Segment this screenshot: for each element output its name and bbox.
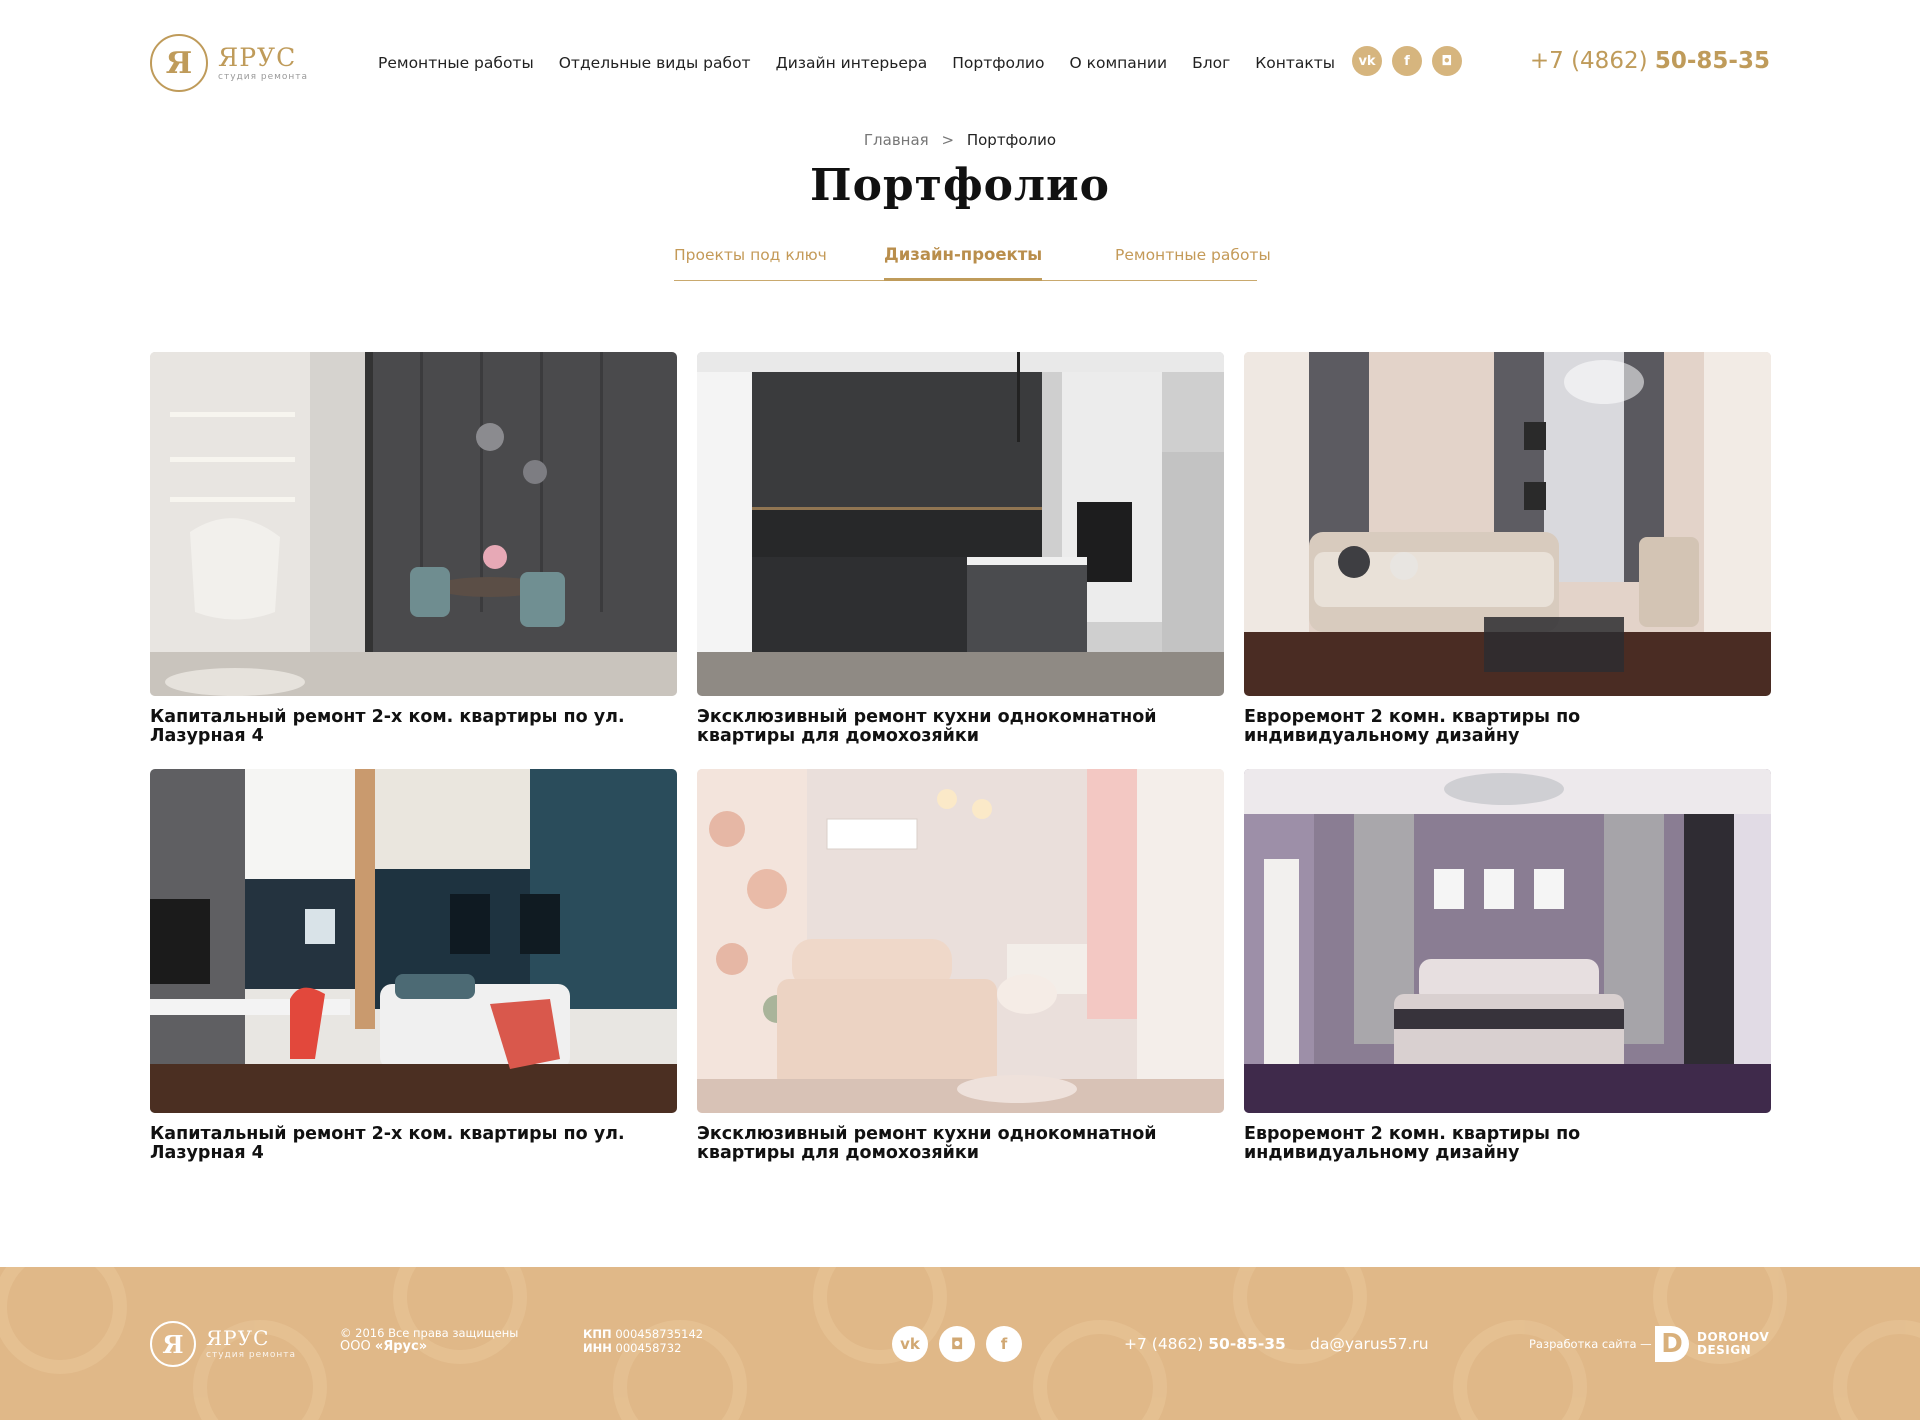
footer-phone-prefix: +7 (4862) xyxy=(1124,1335,1204,1353)
breadcrumb: Главная > Портфолио xyxy=(0,131,1920,149)
developer-name-line2: DESIGN xyxy=(1697,1343,1752,1357)
company-name: «Ярус» xyxy=(374,1339,428,1354)
nav-item-about[interactable]: О компании xyxy=(1069,54,1167,72)
kpp-label: КПП xyxy=(583,1327,612,1341)
project-image-lilac-bedroom[interactable] xyxy=(1244,769,1771,1113)
logo[interactable]: Я ЯРУС студия ремонта xyxy=(150,34,308,92)
project-title[interactable]: Эксклюзивный ремонт кухни однокомнатной … xyxy=(697,1125,1177,1163)
phone-prefix: +7 (4862) xyxy=(1529,48,1648,74)
portfolio-card[interactable]: Капитальный ремонт 2-х ком. квартиры по … xyxy=(150,769,677,1163)
tab-repair-works[interactable]: Ремонтные работы xyxy=(1115,246,1271,264)
vk-icon[interactable]: vk xyxy=(1352,46,1382,76)
nav-item-blog[interactable]: Блог xyxy=(1192,54,1230,72)
project-image-pink-bedroom[interactable] xyxy=(697,769,1224,1113)
site-header: Я ЯРУС студия ремонта Ремонтные работы О… xyxy=(0,0,1920,120)
portfolio-card[interactable]: Евроремонт 2 комн. квартиры по индивидуа… xyxy=(1244,769,1771,1163)
instagram-icon[interactable]: ◘ xyxy=(939,1326,975,1362)
footer-socials: vk ◘ f xyxy=(892,1326,1033,1362)
portfolio-card[interactable]: Евроремонт 2 комн. квартиры по индивидуа… xyxy=(1244,352,1771,746)
footer-logo-subtitle: студия ремонта xyxy=(206,1350,297,1360)
footer-copyright: © 2016 Все права защищены ООО «Ярус» xyxy=(340,1327,518,1354)
header-phone[interactable]: +7 (4862) 50-85-35 xyxy=(1530,48,1770,74)
footer-logo[interactable]: Я ЯРУС студия ремонта xyxy=(150,1321,296,1367)
project-title[interactable]: Капитальный ремонт 2-х ком. квартиры по … xyxy=(150,708,630,746)
footer-phone[interactable]: +7 (4862) 50-85-35 xyxy=(1124,1335,1286,1353)
footer-logo-name: ЯРУС xyxy=(206,1326,270,1350)
footer-email[interactable]: da@yarus57.ru xyxy=(1310,1335,1429,1353)
nav-item-interior-design[interactable]: Дизайн интерьера xyxy=(776,54,928,72)
portfolio-tabs: Проекты под ключ Дизайн-проекты Ремонтны… xyxy=(674,243,1271,281)
tab-turnkey-projects[interactable]: Проекты под ключ xyxy=(674,246,827,264)
project-title[interactable]: Капитальный ремонт 2-х ком. квартиры по … xyxy=(150,1125,630,1163)
breadcrumb-separator: > xyxy=(941,131,955,149)
inn-value: 000458732 xyxy=(615,1341,682,1355)
header-socials: vk f ◘ xyxy=(1352,46,1472,76)
facebook-icon[interactable]: f xyxy=(1392,46,1422,76)
logo-mark-icon: Я xyxy=(150,34,208,92)
footer-legal-ids: КПП 000458735142 ИНН 000458732 xyxy=(583,1327,703,1355)
developer-logo[interactable]: D DOROHOV DESIGN xyxy=(1655,1326,1769,1362)
project-image-beige-living-room[interactable] xyxy=(1244,352,1771,696)
footer-phone-number: 50-85-35 xyxy=(1208,1335,1286,1353)
developer-d-icon: D xyxy=(1655,1326,1689,1362)
portfolio-card[interactable]: Эксклюзивный ремонт кухни однокомнатной … xyxy=(697,352,1224,746)
main-nav: Ремонтные работы Отдельные виды работ Ди… xyxy=(378,54,1360,72)
site-footer: Я ЯРУС студия ремонта © 2016 Все права з… xyxy=(0,1267,1920,1420)
breadcrumb-home[interactable]: Главная xyxy=(864,131,929,149)
project-title[interactable]: Эксклюзивный ремонт кухни однокомнатной … xyxy=(697,708,1177,746)
footer-logo-mark-icon: Я xyxy=(150,1321,196,1367)
nav-item-repair[interactable]: Ремонтные работы xyxy=(378,54,534,72)
project-title[interactable]: Евроремонт 2 комн. квартиры по индивидуа… xyxy=(1244,708,1724,746)
logo-subtitle: студия ремонта xyxy=(218,71,309,82)
nav-item-separate-works[interactable]: Отдельные виды работ xyxy=(559,54,751,72)
instagram-icon[interactable]: ◘ xyxy=(1432,46,1462,76)
phone-number: 50-85-35 xyxy=(1654,48,1770,74)
project-image-dark-living-dining[interactable] xyxy=(150,352,677,696)
company-prefix: ООО xyxy=(340,1339,371,1354)
project-title[interactable]: Евроремонт 2 комн. квартиры по индивидуа… xyxy=(1244,1125,1724,1163)
developer-label: Разработка сайта — xyxy=(1529,1337,1652,1351)
breadcrumb-current: Портфолио xyxy=(966,131,1057,149)
facebook-icon[interactable]: f xyxy=(986,1326,1022,1362)
tab-design-projects[interactable]: Дизайн-проекты xyxy=(884,245,1043,281)
page-title: Портфолио xyxy=(810,160,1110,211)
logo-name: ЯРУС xyxy=(218,42,297,72)
project-image-dark-kitchen[interactable] xyxy=(697,352,1224,696)
nav-item-portfolio[interactable]: Портфолио xyxy=(952,54,1044,72)
project-image-teen-room[interactable] xyxy=(150,769,677,1113)
portfolio-card[interactable]: Эксклюзивный ремонт кухни однокомнатной … xyxy=(697,769,1224,1163)
nav-item-contacts[interactable]: Контакты xyxy=(1255,54,1335,72)
inn-label: ИНН xyxy=(583,1341,612,1355)
kpp-value: 000458735142 xyxy=(615,1327,704,1341)
vk-icon[interactable]: vk xyxy=(892,1326,928,1362)
portfolio-card[interactable]: Капитальный ремонт 2-х ком. квартиры по … xyxy=(150,352,677,746)
